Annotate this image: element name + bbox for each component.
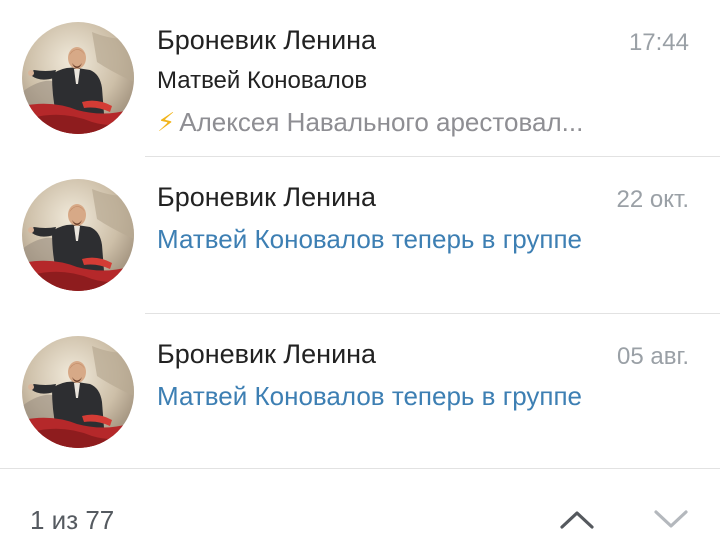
system-message: Матвей Коновалов теперь в группе xyxy=(157,381,582,411)
chevron-up-icon xyxy=(560,511,594,529)
lenin-portrait-image xyxy=(22,179,134,291)
previous-result-button[interactable] xyxy=(555,499,599,539)
chat-row-3[interactable]: Броневик Ленина 05 авг. Матвей Коновалов… xyxy=(0,314,720,471)
system-message: Матвей Коновалов теперь в группе xyxy=(157,224,582,254)
chat-row-1[interactable]: Броневик Ленина 17:44 Матвей Коновалов ⚡… xyxy=(0,0,720,157)
chat-row-2[interactable]: Броневик Ленина 22 окт. Матвей Коновалов… xyxy=(0,157,720,314)
message-preview-text: Алексея Навального арестовал... xyxy=(179,107,584,137)
chat-title: Броневик Ленина xyxy=(157,182,377,212)
avatar xyxy=(22,179,134,291)
chevron-down-icon xyxy=(654,510,688,528)
avatar xyxy=(22,336,134,448)
chat-time: 17:44 xyxy=(628,29,689,56)
chat-time: 05 авг. xyxy=(617,343,689,370)
result-counter: 1 из 77 xyxy=(30,505,115,535)
chat-title: Броневик Ленина xyxy=(157,339,377,369)
chat-title: Броневик Ленина xyxy=(157,25,377,55)
message-preview: ⚡ Алексея Навального арестовал... xyxy=(157,107,657,138)
message-sender: Матвей Коновалов xyxy=(157,67,368,94)
lenin-portrait-image xyxy=(22,336,134,448)
lenin-portrait-image xyxy=(22,22,134,134)
lightning-icon: ⚡ xyxy=(157,107,176,137)
avatar xyxy=(22,22,134,134)
search-results-footer: 1 из 77 xyxy=(0,468,720,546)
next-result-button[interactable] xyxy=(649,499,693,539)
chat-time: 22 окт. xyxy=(616,186,689,213)
